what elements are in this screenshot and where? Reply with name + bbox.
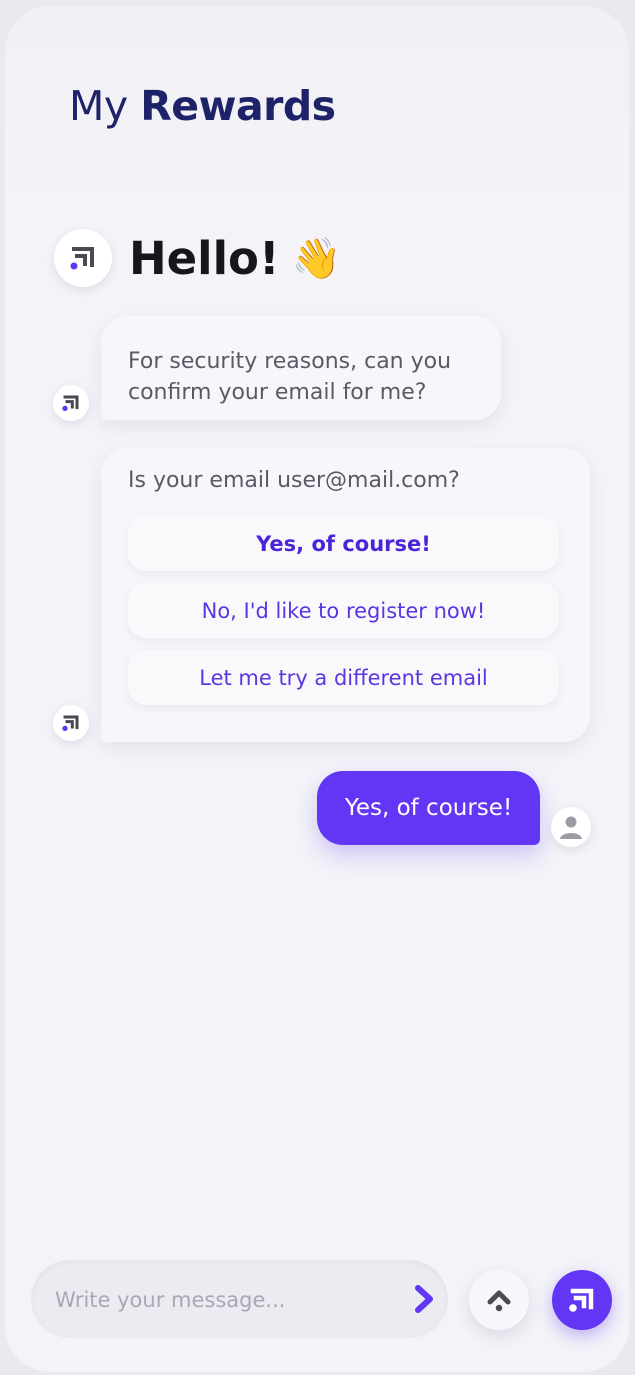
title-bold: Rewards [140,82,336,130]
header: My Rewards [5,6,629,216]
send-chevron-icon [415,1285,433,1313]
bot-message-security: For security reasons, can you confirm yo… [101,316,501,420]
brand-logo-icon [569,1288,594,1312]
message-composer [31,1260,448,1338]
bot-avatar [54,229,112,287]
bot-avatar [53,385,89,421]
option-register-button[interactable]: No, I'd like to register now! [128,583,559,638]
message-input[interactable] [53,1280,397,1320]
bot-message-email-confirm: Is your email user@mail.com? Yes, of cou… [101,448,590,742]
greeting: Hello! 👋 [129,232,341,285]
scroll-up-button[interactable] [469,1270,529,1330]
page-title: My Rewards [69,82,336,130]
chat-screen: My Rewards Hello! 👋 For security reasons… [5,6,629,1372]
option-different-email-button[interactable]: Let me try a different email [128,650,559,705]
title-light: My [69,82,128,130]
wave-emoji-icon: 👋 [291,236,342,282]
greeting-text: Hello! [129,232,280,285]
user-message: Yes, of course! [317,771,540,845]
user-avatar [551,807,591,847]
send-button[interactable] [407,1282,441,1316]
bot-message-text: For security reasons, can you confirm yo… [128,349,452,405]
bot-logo-icon [62,715,79,731]
brand-menu-button[interactable] [552,1270,612,1330]
user-avatar-icon [560,816,582,839]
option-yes-button[interactable]: Yes, of course! [128,516,559,571]
email-question: Is your email user@mail.com? [128,468,460,493]
bot-logo-icon [62,395,79,411]
bot-avatar [53,705,89,741]
scroll-up-icon [487,1290,511,1312]
bot-logo-icon [70,247,94,270]
